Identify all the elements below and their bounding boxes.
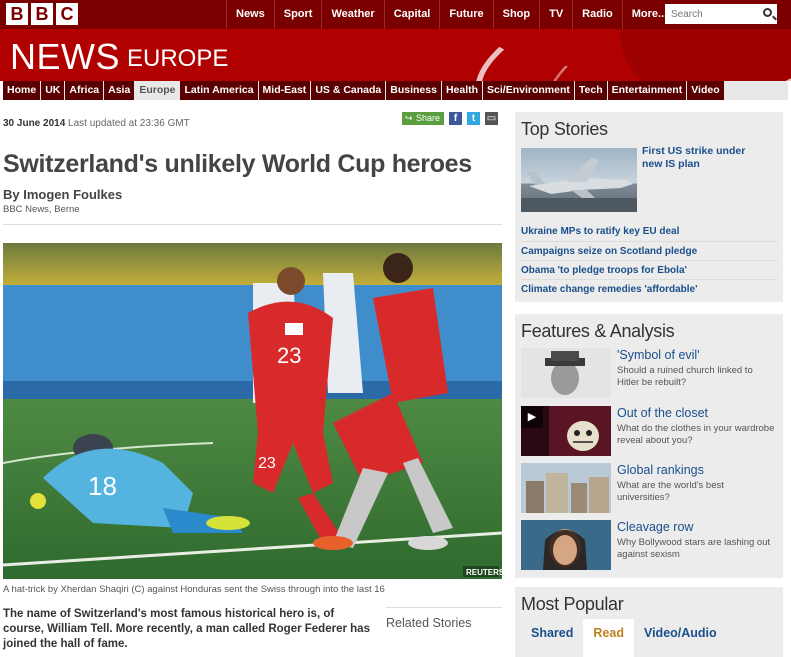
top-stories-panel: Top Stories First US strike under new IS…: [515, 112, 783, 302]
related-stories-heading: Related Stories: [386, 607, 502, 630]
feature-item[interactable]: 'Symbol of evil' Should a ruined church …: [521, 348, 777, 400]
search-icon[interactable]: [763, 8, 772, 17]
feature-title[interactable]: Global rankings: [617, 463, 704, 477]
most-popular-title: Most Popular: [521, 594, 624, 614]
most-popular-panel: Most Popular Shared Read Video/Audio: [515, 587, 783, 657]
section-home[interactable]: Home: [3, 81, 42, 100]
top-story-image[interactable]: [521, 148, 637, 212]
feature-title[interactable]: Out of the closet: [617, 406, 708, 420]
nav-capital[interactable]: Capital: [383, 0, 440, 29]
player-jersey-number: 23: [277, 343, 301, 368]
edition-title[interactable]: EUROPE: [127, 45, 228, 73]
section-europe[interactable]: Europe: [135, 81, 181, 100]
article-date: 30 June 2014 Last updated at 23:36 GMT: [3, 118, 190, 129]
section-tech[interactable]: Tech: [574, 81, 608, 100]
feature-title[interactable]: 'Symbol of evil': [617, 348, 700, 362]
feature-image[interactable]: [521, 520, 611, 570]
portrait-image: [521, 520, 611, 570]
photo-caption: A hat-trick by Xherdan Shaqiri (C) again…: [3, 584, 385, 595]
section-latin-america[interactable]: Latin America: [180, 81, 259, 100]
article-headline: Switzerland's unlikely World Cup heroes: [3, 150, 472, 178]
bbc-logo-letter: B: [31, 3, 53, 25]
play-icon[interactable]: ▶: [521, 406, 543, 428]
feature-image[interactable]: [521, 348, 611, 398]
news-title[interactable]: NEWS: [10, 36, 120, 78]
tab-shared[interactable]: Shared: [521, 619, 583, 657]
section-us-canada[interactable]: US & Canada: [311, 81, 387, 100]
most-popular-tabs: Shared Read Video/Audio: [521, 619, 727, 657]
section-sci-environment[interactable]: Sci/Environment: [483, 81, 575, 100]
last-updated: Last updated at 23:36 GMT: [68, 118, 190, 129]
university-buildings-image: [521, 463, 611, 513]
share-button[interactable]: Share: [402, 112, 445, 125]
bbc-logo[interactable]: B B C: [6, 3, 78, 25]
features-panel: Features & Analysis 'Symbol of evil' Sho…: [515, 314, 783, 578]
feature-image[interactable]: ▶: [521, 406, 611, 456]
article-intro: The name of Switzerland's most famous hi…: [3, 608, 370, 650]
byline-subtitle: BBC News, Berne: [3, 204, 80, 215]
published-date: 30 June 2014: [3, 118, 66, 129]
top-story-link[interactable]: Climate change remedies 'affordable': [521, 279, 777, 298]
print-icon[interactable]: ▭: [485, 112, 499, 125]
fighter-jet-image: [521, 158, 637, 212]
top-story-link[interactable]: Campaigns seize on Scotland pledge: [521, 241, 777, 260]
facebook-icon[interactable]: f: [449, 112, 463, 125]
player-shorts-number: 23: [258, 455, 276, 472]
nav-sport[interactable]: Sport: [273, 0, 322, 29]
section-business[interactable]: Business: [386, 81, 442, 100]
features-title: Features & Analysis: [521, 321, 675, 341]
search-input[interactable]: [665, 4, 755, 25]
photo-credit: REUTERS: [466, 568, 502, 577]
feature-item[interactable]: Cleavage row Why Bollywood stars are las…: [521, 520, 777, 572]
top-story-link[interactable]: Ukraine MPs to ratify key EU deal: [521, 222, 777, 241]
global-topbar: B B C News Sport Weather Capital Future …: [0, 0, 791, 29]
feature-item[interactable]: Global rankings What are the world's bes…: [521, 463, 777, 515]
tab-video-audio[interactable]: Video/Audio: [634, 619, 727, 657]
top-story-lead-link[interactable]: First US strike under new IS plan: [642, 145, 767, 171]
section-health[interactable]: Health: [441, 81, 484, 100]
top-stories-title: Top Stories: [521, 119, 608, 139]
section-mid-east[interactable]: Mid-East: [258, 81, 312, 100]
section-nav: Home UK Africa Asia Europe Latin America…: [3, 81, 788, 100]
bbc-logo-letter: B: [6, 3, 28, 25]
feature-description: What are the world's best universities?: [617, 480, 724, 503]
feature-item[interactable]: ▶ Out of the closet What do the clothes …: [521, 406, 777, 458]
nav-weather[interactable]: Weather: [321, 0, 383, 29]
section-video[interactable]: Video: [687, 81, 725, 100]
nav-tv[interactable]: TV: [539, 0, 572, 29]
feature-image[interactable]: [521, 463, 611, 513]
portrait-image: [521, 348, 611, 398]
top-stories-list: Ukraine MPs to ratify key EU deal Campai…: [521, 222, 777, 298]
nav-news[interactable]: News: [226, 0, 274, 29]
keeper-jersey-number: 18: [88, 471, 117, 501]
twitter-icon[interactable]: t: [467, 112, 481, 125]
section-uk[interactable]: UK: [41, 81, 66, 100]
news-masthead: NEWS EUROPE: [0, 29, 791, 81]
nav-shop[interactable]: Shop: [492, 0, 540, 29]
feature-description: Why Bollywood stars are lashing out agai…: [617, 537, 771, 560]
top-story-link[interactable]: Obama 'to pledge troops for Ebola': [521, 260, 777, 279]
section-africa[interactable]: Africa: [65, 81, 105, 100]
section-asia[interactable]: Asia: [104, 81, 136, 100]
article-photo: 18 23 23 REUTERS: [3, 243, 502, 579]
nav-future[interactable]: Future: [439, 0, 492, 29]
divider: [3, 224, 502, 225]
global-nav: News Sport Weather Capital Future Shop T…: [226, 0, 676, 29]
share-tools: Share f t ▭: [402, 112, 499, 125]
feature-description: Should a ruined church linked to Hitler …: [617, 365, 753, 388]
section-entertainment[interactable]: Entertainment: [607, 81, 688, 100]
tab-read[interactable]: Read: [583, 619, 634, 657]
bbc-logo-letter: C: [56, 3, 78, 25]
byline: By Imogen Foulkes: [3, 187, 123, 202]
nav-radio[interactable]: Radio: [572, 0, 622, 29]
search-box: [665, 4, 777, 25]
feature-title[interactable]: Cleavage row: [617, 520, 693, 534]
feature-description: What do the clothes in your wardrobe rev…: [617, 423, 775, 446]
football-match-photo: 18 23 23 REUTERS: [3, 243, 502, 579]
